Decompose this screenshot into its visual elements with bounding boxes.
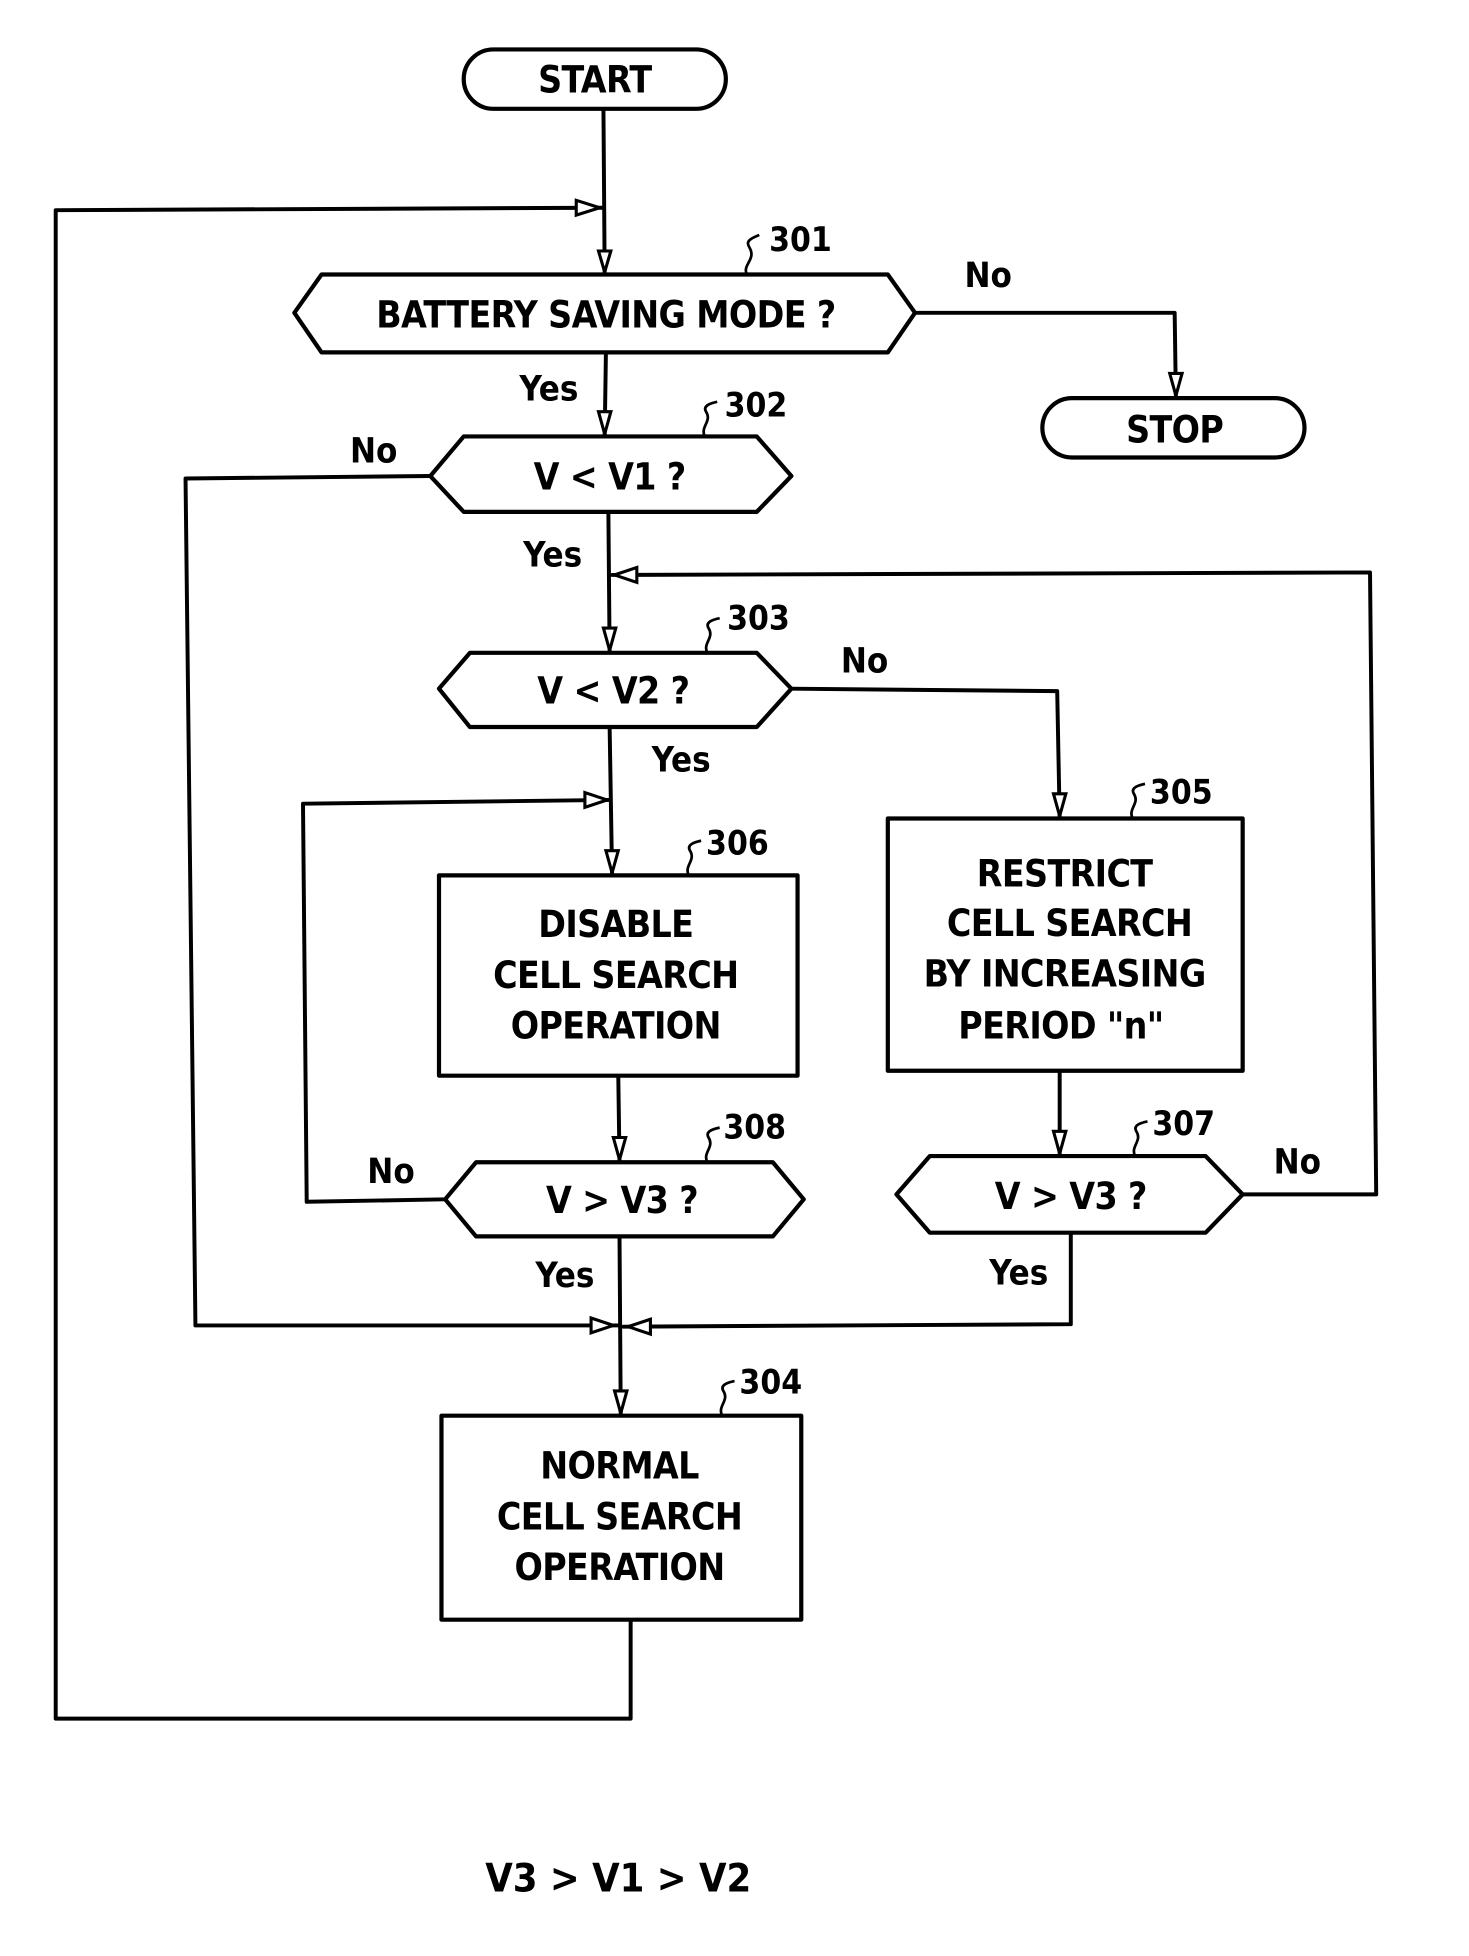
process-306-line: DISABLE [538,903,693,946]
arrowhead-icon [603,849,621,879]
branch-label-yes: Yes [534,1256,594,1296]
arrowhead-icon [601,626,618,657]
arrowhead-icon [574,198,605,218]
arrowhead-icon [1167,371,1185,402]
branch-label-no: No [1274,1142,1321,1182]
decision-303: V < V2 ? [436,650,794,730]
branch-label-no: No [964,256,1011,296]
branch-label-yes: Yes [522,535,582,575]
edge-308-yes-to-304 [617,1234,623,1418]
decision-308: V > V3 ? [443,1160,806,1239]
process-305-line: CELL SEARCH [947,902,1192,945]
ref-301: 301 [769,220,832,259]
decision-303-text: V < V2 ? [537,670,689,713]
start-label: START [538,59,652,102]
decision-302: V < V1 ? [428,434,794,514]
edge-301-no-to-stop [913,310,1178,401]
leader-303 [704,616,720,654]
arrowhead-icon [583,790,613,810]
arrowhead-icon [609,565,639,585]
arrowhead-icon [612,1389,629,1419]
process-305-line: RESTRICT [977,853,1154,896]
voltage-relation-footnote: V3 > V1 > V2 [485,1856,751,1902]
leader-301 [744,233,760,276]
process-305-line: PERIOD "n" [958,1005,1163,1048]
arrowhead-icon [1051,1129,1068,1160]
arrowhead-icon [623,1317,652,1337]
decision-301-text: BATTERY SAVING MODE ? [376,294,835,337]
arrowhead-icon [1051,792,1068,822]
process-304-line: OPERATION [514,1546,724,1589]
flowchart: START STOP BATTERY SAVING MODE ? V < V1 … [53,47,1379,1902]
process-306-line: OPERATION [511,1005,721,1048]
branch-label-no: No [841,642,888,682]
ref-306: 306 [706,823,769,862]
process-304-line: CELL SEARCH [497,1495,742,1538]
process-304: NORMAL CELL SEARCH OPERATION [439,1413,804,1622]
ref-308: 308 [723,1108,786,1147]
stop-label: STOP [1126,409,1223,452]
leader-308 [704,1126,720,1163]
leader-302 [702,400,718,438]
edge-303-no-to-305 [789,686,1062,821]
ref-303: 303 [727,598,790,637]
arrowhead-icon [589,1315,619,1335]
branch-label-no: No [367,1152,414,1192]
branch-label-yes: Yes [651,741,711,781]
process-304-line: NORMAL [540,1445,699,1488]
leader-306 [686,839,702,876]
leader-305 [1130,782,1146,820]
process-305-line: BY INCREASING [924,953,1206,996]
ref-304: 304 [739,1362,802,1401]
decision-302-text: V < V1 ? [534,456,686,499]
arrowhead-icon [596,410,613,440]
branch-label-yes: Yes [518,370,578,410]
process-305: RESTRICT CELL SEARCH BY INCREASING PERIO… [885,816,1245,1073]
decision-301: BATTERY SAVING MODE ? [292,272,918,355]
ref-302: 302 [725,386,788,425]
leader-307 [1132,1120,1148,1157]
decision-307-text: V > V3 ? [995,1175,1147,1218]
ref-305: 305 [1150,773,1213,812]
ref-307: 307 [1152,1104,1215,1143]
decision-307: V > V3 ? [894,1153,1245,1235]
process-306: DISABLE CELL SEARCH OPERATION [436,873,800,1078]
arrowhead-icon [611,1135,628,1166]
stop-terminal: STOP [1040,396,1307,460]
arrowhead-icon [596,249,613,278]
start-terminal: START [461,47,728,111]
decision-308-text: V > V3 ? [546,1179,698,1222]
leader-304 [719,1379,735,1417]
branch-label-yes: Yes [988,1254,1048,1294]
process-306-line: CELL SEARCH [493,954,738,997]
branch-label-no: No [350,431,397,471]
